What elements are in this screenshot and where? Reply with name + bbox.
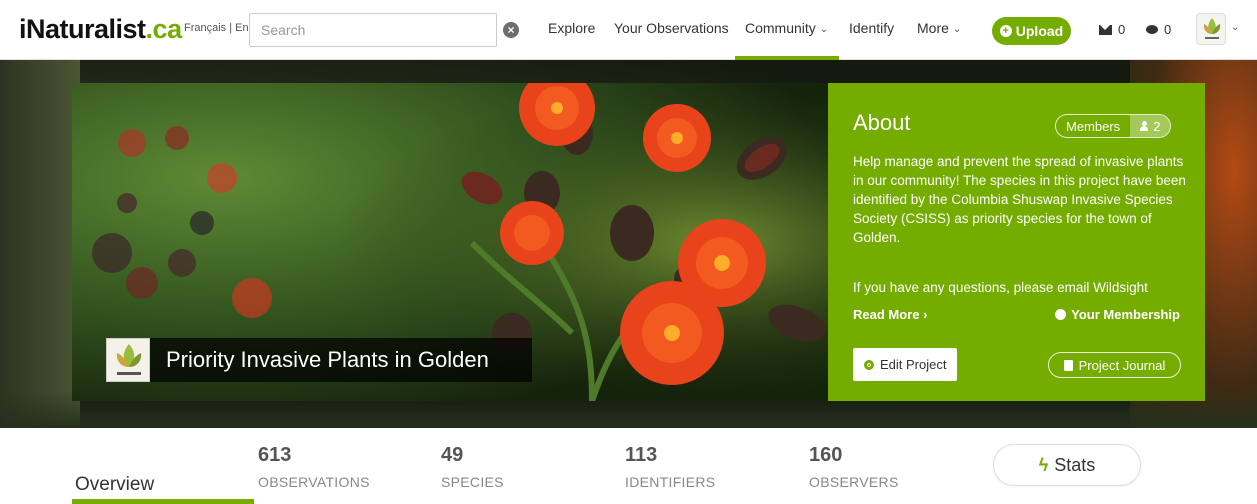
- nav-label: Community: [745, 20, 816, 36]
- stat-value: 113: [625, 444, 658, 466]
- edit-project-label: Edit Project: [880, 357, 947, 372]
- stat-species[interactable]: 49 SPECIES: [441, 444, 504, 490]
- wildsight-logo-icon: [1203, 18, 1221, 39]
- search-input[interactable]: [249, 13, 497, 47]
- nav-identify[interactable]: Identify: [849, 20, 894, 36]
- nav-label: More: [917, 20, 949, 36]
- members-button[interactable]: Members 2: [1055, 114, 1172, 138]
- gear-icon: [864, 359, 874, 370]
- notifications-count: 0: [1164, 22, 1172, 37]
- project-journal-label: Project Journal: [1078, 357, 1166, 373]
- stat-label: OBSERVATIONS: [258, 474, 370, 490]
- tab-overview[interactable]: Overview: [75, 474, 154, 496]
- stats-button[interactable]: ϟ Stats: [993, 444, 1141, 486]
- book-icon: [1063, 359, 1073, 371]
- project-logo: [106, 338, 150, 382]
- stat-observers[interactable]: 160 OBSERVERS: [809, 444, 899, 490]
- envelope-icon: [1099, 24, 1112, 35]
- nav-label: Explore: [548, 20, 596, 36]
- chevron-down-icon: ⌄: [819, 24, 829, 35]
- contact-line: If you have any questions, please email …: [853, 280, 1148, 295]
- nav-label: Identify: [849, 20, 895, 36]
- banner-blur-left: [0, 60, 80, 428]
- stat-observations[interactable]: 613 OBSERVATIONS: [258, 444, 370, 490]
- stat-value: 160: [809, 444, 843, 466]
- members-count-badge: 2: [1130, 115, 1171, 137]
- stat-value: 613: [258, 444, 292, 466]
- nav-your-observations[interactable]: Your Observations: [614, 20, 729, 36]
- logo-text: iNaturalist: [19, 14, 146, 44]
- nav-explore[interactable]: Explore: [548, 20, 595, 36]
- nav-more[interactable]: More ⌄: [917, 20, 961, 36]
- bolt-icon: ϟ: [1038, 454, 1049, 475]
- chevron-down-icon[interactable]: ⌄: [1231, 22, 1239, 33]
- messages-count: 0: [1118, 22, 1126, 37]
- upload-label: Upload: [1015, 23, 1064, 39]
- active-tab-indicator: [72, 499, 254, 504]
- user-icon: [1140, 121, 1149, 131]
- project-stats-row: Overview 613 OBSERVATIONS 49 SPECIES 113…: [0, 428, 1257, 504]
- stat-label: IDENTIFIERS: [625, 474, 716, 490]
- nav-community[interactable]: Community ⌄: [745, 20, 828, 36]
- edit-project-button[interactable]: Edit Project: [853, 348, 958, 381]
- stats-button-label: Stats: [1054, 454, 1096, 475]
- project-title-bar: Priority Invasive Plants in Golden: [106, 338, 532, 382]
- chevron-down-icon: ⌄: [952, 24, 962, 35]
- stat-value: 49: [441, 444, 464, 466]
- chat-icon: [1146, 25, 1158, 34]
- plus-circle-icon: +: [999, 25, 1012, 37]
- about-heading: About: [853, 110, 911, 135]
- nav-label: Your Observations: [614, 20, 729, 36]
- upload-button[interactable]: + Upload: [992, 17, 1071, 45]
- notifications-link[interactable]: 0: [1146, 22, 1171, 37]
- your-membership-link[interactable]: Your Membership: [1055, 307, 1180, 322]
- gear-icon: [1055, 309, 1067, 320]
- your-membership-label: Your Membership: [1071, 307, 1180, 322]
- messages-link[interactable]: 0: [1099, 22, 1125, 37]
- language-links[interactable]: Français | English: [184, 22, 250, 34]
- about-panel: About Members 2 Help manage and prevent …: [828, 83, 1205, 401]
- stat-identifiers[interactable]: 113 IDENTIFIERS: [625, 444, 715, 490]
- project-title: Priority Invasive Plants in Golden: [166, 347, 489, 372]
- clear-search-icon[interactable]: ×: [503, 22, 519, 38]
- user-avatar[interactable]: [1196, 13, 1226, 45]
- site-logo[interactable]: iNaturalist.ca: [19, 14, 182, 45]
- project-description: Help manage and prevent the spread of in…: [853, 154, 1186, 245]
- stat-label: OBSERVERS: [809, 474, 899, 490]
- members-count: 2: [1153, 118, 1161, 134]
- wildsight-logo-icon: [107, 339, 149, 381]
- logo-suffix: .ca: [145, 14, 183, 44]
- stat-label: SPECIES: [441, 474, 504, 490]
- top-navbar: iNaturalist.ca Français | English × Expl…: [0, 0, 1257, 60]
- read-more-link[interactable]: Read More ›: [853, 307, 927, 322]
- project-journal-button[interactable]: Project Journal: [1048, 352, 1181, 378]
- members-label: Members: [1066, 118, 1121, 134]
